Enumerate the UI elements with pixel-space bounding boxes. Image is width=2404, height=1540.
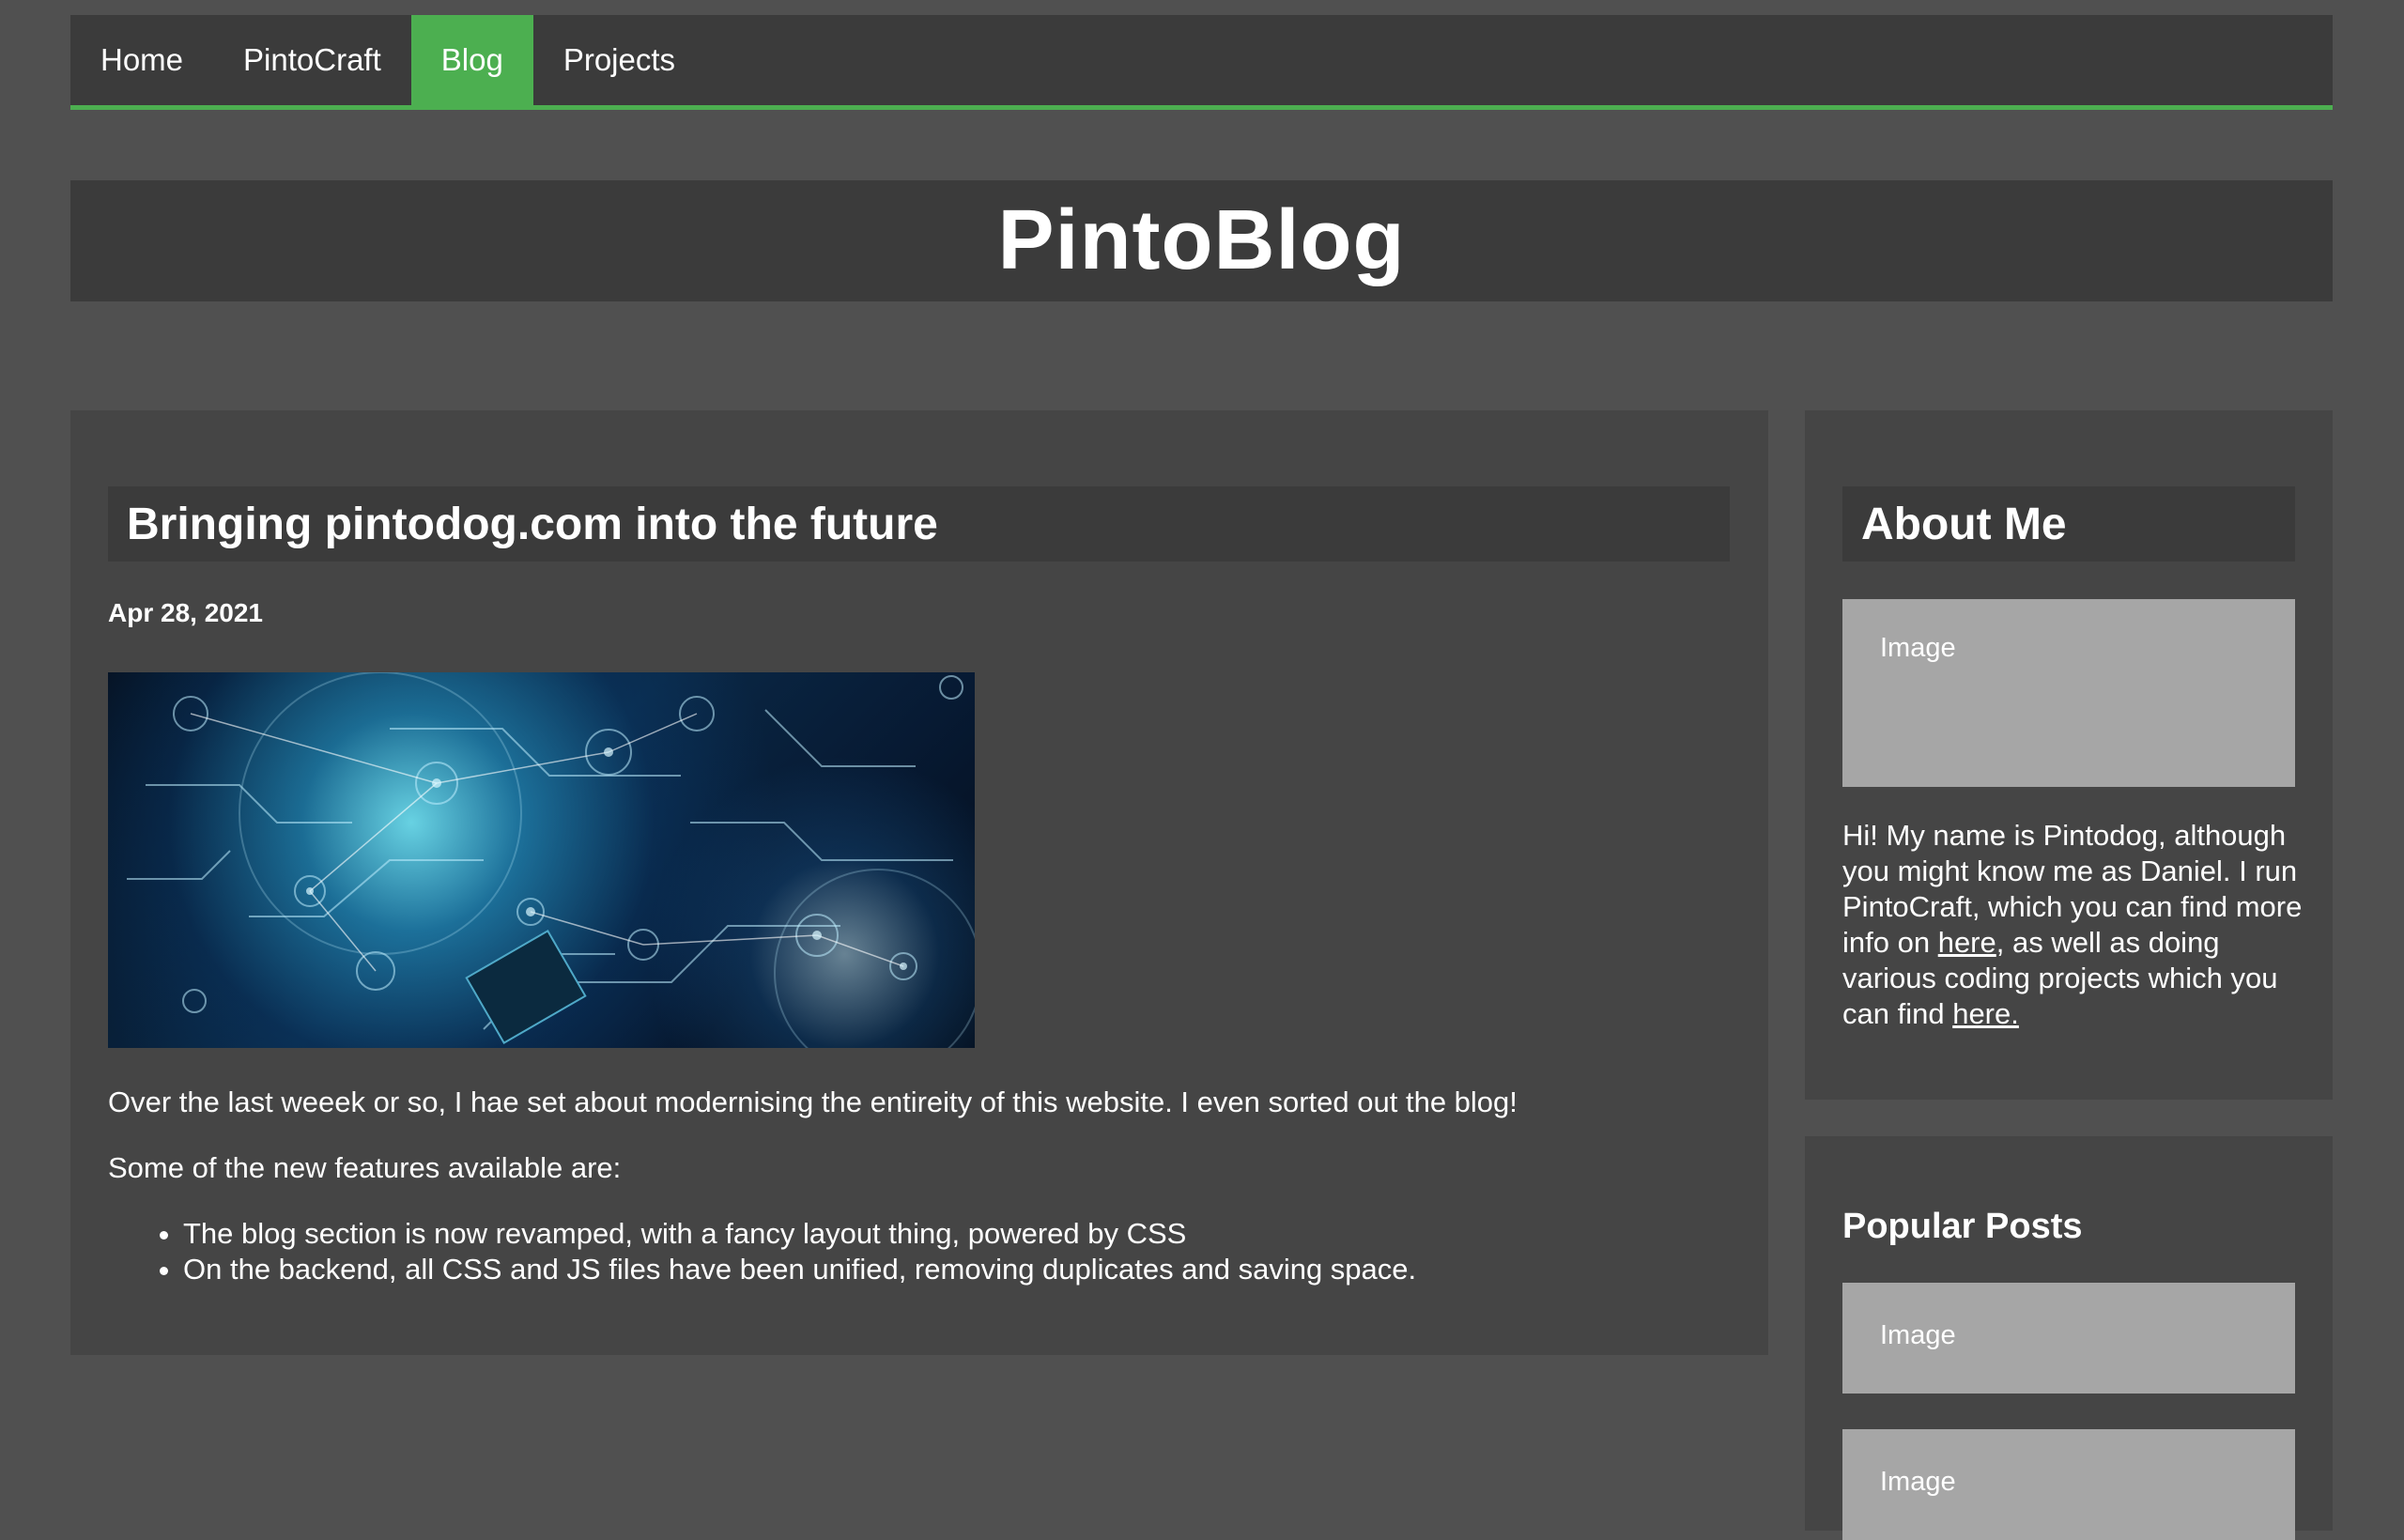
popular-posts-card: Popular Posts Image Image <box>1805 1136 2333 1540</box>
post-hero-image <box>108 672 975 1048</box>
post-date: Apr 28, 2021 <box>108 598 263 627</box>
popular-post-image-2[interactable]: Image <box>1842 1429 2295 1540</box>
about-me-card: About Me Image Hi! My name is Pintodog, … <box>1805 410 2333 1100</box>
popular-posts-heading: Popular Posts <box>1842 1207 2083 1246</box>
post-paragraph-features-intro: Some of the new features available are: <box>108 1151 622 1184</box>
about-text: Hi! My name is Pintodog, although you mi… <box>1842 818 2303 1032</box>
image-placeholder-label: Image <box>1880 1320 1956 1350</box>
projects-link[interactable]: here. <box>1952 997 2019 1030</box>
nav-item-blog[interactable]: Blog <box>410 15 533 105</box>
top-navigation: Home PintoCraft Blog Projects <box>70 15 2333 110</box>
circuit-board-graphic <box>127 672 975 1048</box>
post-title-bar: Bringing pintodog.com into the future <box>108 486 1730 562</box>
image-placeholder-label: Image <box>1880 1467 1956 1497</box>
post-title: Bringing pintodog.com into the future <box>127 499 938 549</box>
pintocraft-info-link[interactable]: here <box>1938 926 1996 959</box>
site-title: PintoBlog <box>997 193 1406 287</box>
list-item: The blog section is now revamped, with a… <box>183 1216 1416 1252</box>
nav-item-pintocraft[interactable]: PintoCraft <box>213 15 411 105</box>
nav-item-projects[interactable]: Projects <box>533 15 705 105</box>
about-heading-bar: About Me <box>1842 486 2295 562</box>
feature-list: The blog section is now revamped, with a… <box>108 1216 1416 1287</box>
site-header: PintoBlog <box>70 180 2333 301</box>
image-placeholder-label: Image <box>1880 633 1956 663</box>
about-image-placeholder: Image <box>1842 599 2295 787</box>
blog-post-card: Bringing pintodog.com into the future Ap… <box>70 410 1768 1355</box>
nav-item-home[interactable]: Home <box>70 15 213 105</box>
popular-post-image-1[interactable]: Image <box>1842 1283 2295 1394</box>
post-paragraph-intro: Over the last weeek or so, I hae set abo… <box>108 1086 1518 1118</box>
about-heading: About Me <box>1861 499 2067 549</box>
list-item: On the backend, all CSS and JS files hav… <box>183 1252 1416 1287</box>
